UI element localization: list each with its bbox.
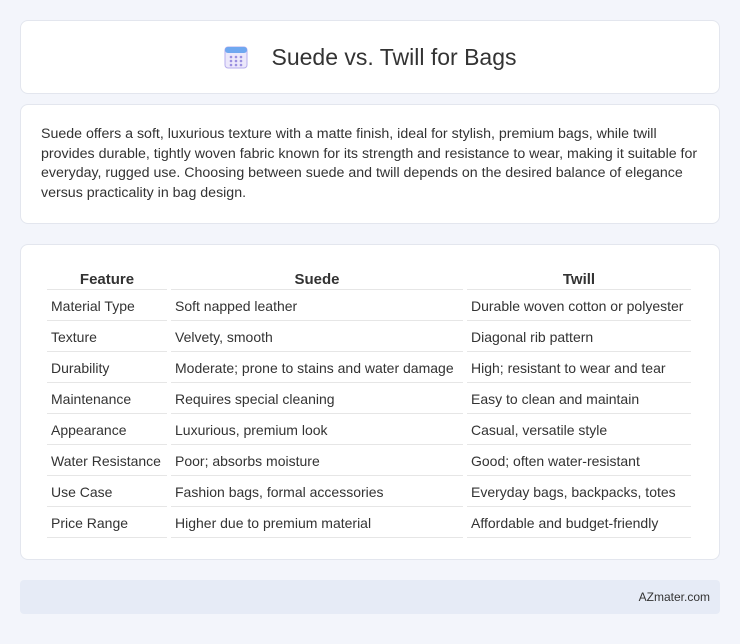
twill-cell: Durable woven cotton or polyester — [467, 292, 691, 321]
feature-cell: Water Resistance — [47, 447, 167, 476]
table-row: Use Case Fashion bags, formal accessorie… — [47, 478, 691, 507]
calendar-icon — [224, 46, 248, 69]
suede-cell: Velvety, smooth — [171, 323, 463, 352]
table-row: Material Type Soft napped leather Durabl… — [47, 292, 691, 321]
footer-brand-link[interactable]: AZmater.com — [639, 590, 710, 604]
feature-cell: Texture — [47, 323, 167, 352]
table-row: Maintenance Requires special cleaning Ea… — [47, 385, 691, 414]
column-header-twill: Twill — [467, 267, 691, 290]
twill-cell: Affordable and budget-friendly — [467, 509, 691, 538]
column-header-suede: Suede — [171, 267, 463, 290]
feature-cell: Durability — [47, 354, 167, 383]
intro-card: Suede offers a soft, luxurious texture w… — [20, 104, 720, 224]
table-row: Appearance Luxurious, premium look Casua… — [47, 416, 691, 445]
feature-cell: Price Range — [47, 509, 167, 538]
page-title: Suede vs. Twill for Bags — [271, 43, 517, 70]
suede-cell: Higher due to premium material — [171, 509, 463, 538]
suede-cell: Luxurious, premium look — [171, 416, 463, 445]
comparison-table: Feature Suede Twill Material Type Soft n… — [43, 265, 695, 540]
feature-cell: Material Type — [47, 292, 167, 321]
twill-cell: Diagonal rib pattern — [467, 323, 691, 352]
twill-cell: Good; often water-resistant — [467, 447, 691, 476]
suede-cell: Fashion bags, formal accessories — [171, 478, 463, 507]
title-card: Suede vs. Twill for Bags — [20, 20, 720, 94]
twill-cell: High; resistant to wear and tear — [467, 354, 691, 383]
table-row: Water Resistance Poor; absorbs moisture … — [47, 447, 691, 476]
twill-cell: Everyday bags, backpacks, totes — [467, 478, 691, 507]
suede-cell: Poor; absorbs moisture — [171, 447, 463, 476]
feature-cell: Use Case — [47, 478, 167, 507]
table-row: Texture Velvety, smooth Diagonal rib pat… — [47, 323, 691, 352]
table-header-row: Feature Suede Twill — [47, 267, 691, 290]
feature-cell: Maintenance — [47, 385, 167, 414]
column-header-feature: Feature — [47, 267, 167, 290]
suede-cell: Requires special cleaning — [171, 385, 463, 414]
twill-cell: Easy to clean and maintain — [467, 385, 691, 414]
twill-cell: Casual, versatile style — [467, 416, 691, 445]
suede-cell: Moderate; prone to stains and water dama… — [171, 354, 463, 383]
intro-text: Suede offers a soft, luxurious texture w… — [41, 126, 698, 201]
comparison-card: Feature Suede Twill Material Type Soft n… — [20, 244, 720, 560]
suede-cell: Soft napped leather — [171, 292, 463, 321]
feature-cell: Appearance — [47, 416, 167, 445]
table-row: Durability Moderate; prone to stains and… — [47, 354, 691, 383]
footer: AZmater.com — [20, 580, 720, 614]
table-row: Price Range Higher due to premium materi… — [47, 509, 691, 538]
